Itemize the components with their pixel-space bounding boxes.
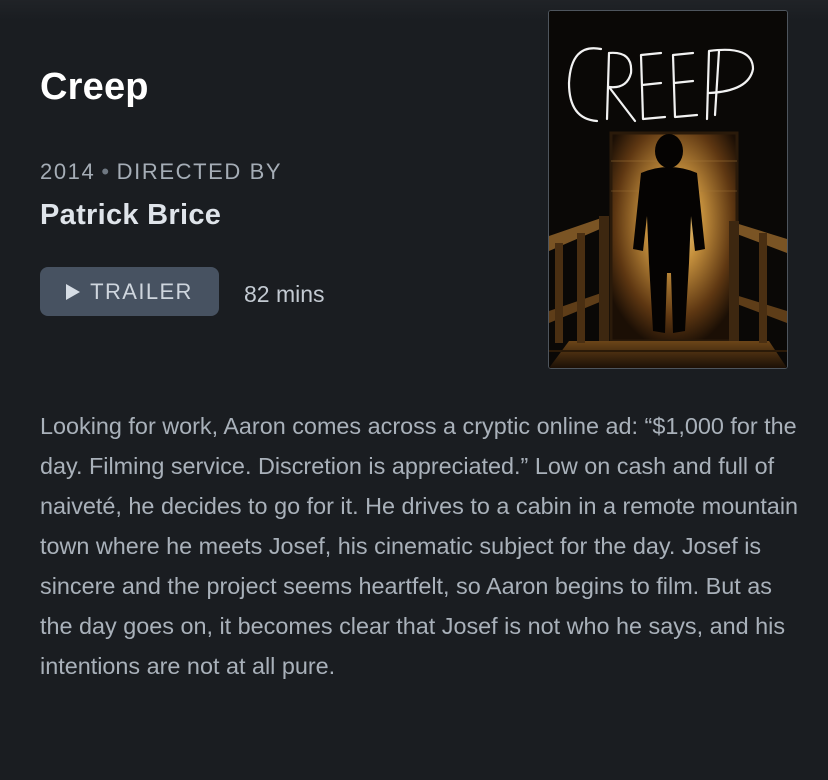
meta-separator: • — [101, 159, 111, 184]
movie-poster[interactable] — [548, 10, 788, 369]
trailer-button-label: TRAILER — [90, 278, 193, 304]
runtime: 82 mins — [244, 281, 325, 307]
release-year: 2014 — [40, 159, 96, 184]
film-synopsis: Looking for work, Aaron comes across a c… — [40, 413, 799, 679]
directed-by-label: DIRECTED BY — [116, 159, 283, 184]
film-title: Creep — [40, 66, 149, 108]
poster-image — [549, 11, 787, 368]
director-name[interactable]: Patrick Brice — [40, 199, 221, 232]
film-meta: 2014 • DIRECTED BY — [40, 159, 282, 185]
play-icon — [66, 283, 81, 300]
trailer-button[interactable]: TRAILER — [40, 267, 219, 316]
